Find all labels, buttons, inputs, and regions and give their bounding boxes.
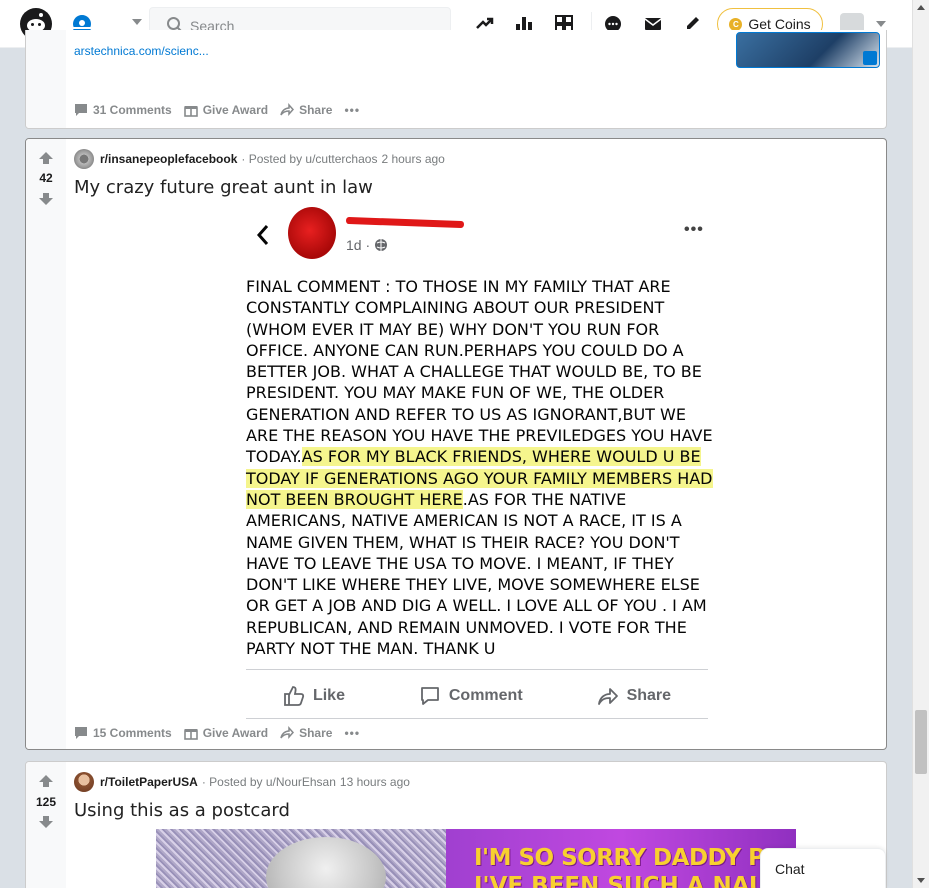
chat-tab[interactable]: Chat xyxy=(760,848,886,888)
redacted-name-scribble xyxy=(345,216,465,229)
post-card[interactable]: 42 r/insanepeoplefacebook · Posted by u/… xyxy=(25,138,887,750)
fb-action-bar: Like Comment Share xyxy=(246,681,708,711)
page-scrollbar[interactable] xyxy=(912,0,929,888)
fb-divider xyxy=(246,669,708,670)
chat-label: Chat xyxy=(775,861,805,877)
postcard-image[interactable]: I'M SO SORRY DADDY PARGER, I'VE BEEN SUC… xyxy=(156,829,796,888)
comments-button[interactable]: 15 Comments xyxy=(74,726,172,740)
scrollbar-thumb[interactable] xyxy=(915,710,927,774)
share-label: Share xyxy=(299,103,333,117)
upvote-arrow-icon[interactable] xyxy=(38,151,54,165)
give-award-label: Give Award xyxy=(202,726,269,740)
fb-like-button: Like xyxy=(283,685,345,707)
downvote-arrow-icon[interactable] xyxy=(38,192,54,206)
subreddit-icon[interactable] xyxy=(74,149,94,169)
comment-icon xyxy=(75,104,87,116)
user-menu-chevron-down-icon[interactable] xyxy=(876,21,886,27)
fb-post-text: FINAL COMMENT : TO THOSE IN MY FAMILY TH… xyxy=(246,276,716,659)
external-link-icon xyxy=(863,51,877,65)
post-meta: r/insanepeoplefacebook · Posted by u/cut… xyxy=(74,149,445,169)
fb-share-label: Share xyxy=(626,687,672,704)
redacted-profile-picture xyxy=(288,207,336,259)
downvote-arrow-icon[interactable] xyxy=(38,815,54,829)
thumbs-up-icon xyxy=(284,686,305,706)
coin-icon: C xyxy=(729,17,743,31)
facebook-screenshot-image[interactable]: 1d · ••• FINAL COMMENT : TO THOSE IN MY … xyxy=(236,203,716,749)
portrait-figure xyxy=(266,837,386,888)
give-award-button[interactable]: Give Award xyxy=(183,103,269,117)
post-time: 2 hours ago xyxy=(381,152,445,166)
vote-score: 125 xyxy=(35,795,57,809)
vote-column xyxy=(26,30,66,128)
give-award-label: Give Award xyxy=(202,103,269,117)
post-meta: r/ToiletPaperUSA · Posted by u/NourEhsan… xyxy=(74,772,410,792)
scroll-down-arrow-icon[interactable] xyxy=(917,878,925,883)
share-arrow-icon xyxy=(280,103,295,116)
fb-text-after: .AS FOR THE NATIVE AMERICANS, NATIVE AME… xyxy=(246,489,707,659)
postcard-caption-line-1: I'M SO SORRY DADDY PARGER, xyxy=(474,845,796,871)
fb-more-options-icon: ••• xyxy=(684,221,704,238)
fb-text-before: FINAL COMMENT : TO THOSE IN MY FAMILY TH… xyxy=(246,277,713,467)
share-label: Share xyxy=(299,726,333,740)
post-card-next[interactable]: 125 r/ToiletPaperUSA · Posted by u/NourE… xyxy=(25,761,887,888)
share-arrow-icon xyxy=(280,726,295,739)
fb-divider-bottom xyxy=(246,718,708,719)
posted-by[interactable]: · Posted by u/cutterchaos xyxy=(241,152,377,166)
globe-icon xyxy=(375,239,388,251)
posted-by[interactable]: · Posted by u/NourEhsan xyxy=(202,775,336,789)
comment-icon xyxy=(75,727,87,739)
more-options-icon[interactable]: ••• xyxy=(344,103,360,117)
fb-like-label: Like xyxy=(312,687,345,704)
fb-post-time: 1d · xyxy=(346,237,388,253)
speech-bubble-icon xyxy=(420,687,439,705)
post-title[interactable]: My crazy future great aunt in law xyxy=(74,177,373,198)
share-button[interactable]: Share xyxy=(280,103,332,117)
vote-column: 125 xyxy=(26,762,66,888)
gift-icon xyxy=(183,106,198,117)
comments-button[interactable]: 31 Comments xyxy=(74,103,172,117)
scroll-up-arrow-icon[interactable] xyxy=(917,5,925,10)
post-title[interactable]: Using this as a postcard xyxy=(74,800,290,821)
post-actions: 31 Comments Give Award Share ••• xyxy=(74,100,360,120)
subreddit-link[interactable]: r/insanepeoplefacebook xyxy=(100,152,237,166)
more-options-icon[interactable]: ••• xyxy=(344,726,360,740)
back-chevron-icon xyxy=(256,225,269,245)
post-actions: 15 Comments Give Award Share ••• xyxy=(74,723,360,743)
fb-comment-label: Comment xyxy=(448,687,523,704)
fb-comment-button: Comment xyxy=(419,685,523,707)
comments-count: 31 Comments xyxy=(93,103,172,117)
link-thumbnail-image[interactable] xyxy=(736,32,880,68)
comments-count: 15 Comments xyxy=(93,726,172,740)
feed-dropdown-chevron-icon[interactable] xyxy=(132,19,142,25)
fb-share-arrow-icon xyxy=(597,688,618,705)
fb-time-label: 1d · xyxy=(346,237,371,253)
postcard-caption-line-2: I'VE BEEN SUCH A NAUGHTY GIRL xyxy=(474,873,796,888)
upvote-arrow-icon[interactable] xyxy=(38,774,54,788)
vote-score: 42 xyxy=(39,171,53,185)
share-button[interactable]: Share xyxy=(280,726,332,740)
subreddit-link[interactable]: r/ToiletPaperUSA xyxy=(100,775,198,789)
gift-icon xyxy=(183,729,198,740)
subreddit-icon[interactable] xyxy=(74,772,94,792)
vote-column: 42 xyxy=(26,139,66,749)
give-award-button[interactable]: Give Award xyxy=(183,726,269,740)
post-time: 13 hours ago xyxy=(339,775,410,789)
post-card-previous[interactable]: arstechnica.com/scienc... 31 Comments Gi… xyxy=(25,30,887,129)
link-url[interactable]: arstechnica.com/scienc... xyxy=(74,44,209,58)
fb-share-button: Share xyxy=(597,685,671,707)
